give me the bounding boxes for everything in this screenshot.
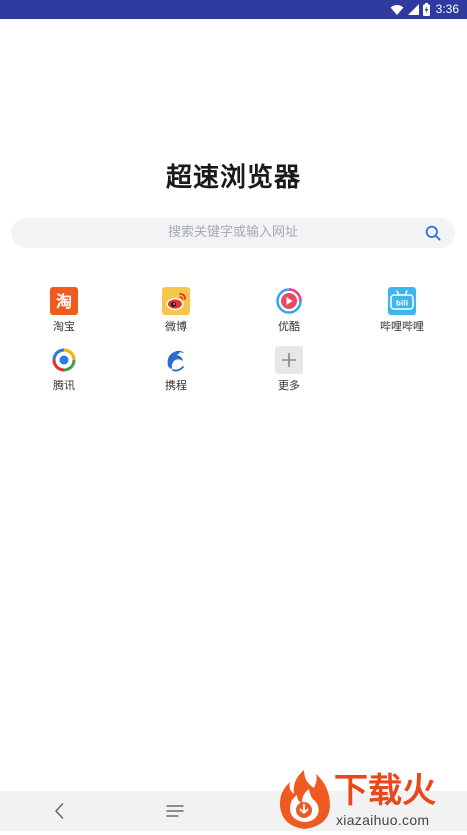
wifi-icon [390,4,404,16]
search-bar[interactable]: 搜索关键字或输入网址 [11,218,455,248]
bilibili-icon[interactable]: bili [388,287,416,315]
shortcut-youku[interactable]: 优酷 [249,287,329,334]
status-icons: 3:36 [390,2,459,17]
shortcut-label: 微博 [165,320,187,333]
youku-icon[interactable] [275,287,303,315]
back-icon[interactable] [50,801,70,821]
status-bar: 3:36 [0,0,467,19]
tencent-icon[interactable] [50,346,78,374]
shortcut-label: 更多 [278,379,300,392]
shortcut-label: 携程 [165,379,187,392]
shortcut-label: 哔哩哔哩 [380,320,424,333]
menu-icon[interactable] [165,802,185,820]
shortcut-label: 淘宝 [53,320,75,333]
shortcut-taobao[interactable]: 淘 淘宝 [24,287,104,334]
shortcut-label: 腾讯 [53,379,75,392]
search-icon[interactable] [425,225,441,241]
page-title: 超速浏览器 [165,163,301,193]
taobao-icon[interactable]: 淘 [50,287,78,315]
shortcut-weibo[interactable]: 微博 [136,287,216,334]
flame-icon [274,768,336,831]
cell-signal-icon [407,4,419,15]
watermark-title: 下载火 [334,771,436,811]
battery-icon [422,3,430,16]
shortcut-label: 优酷 [278,320,300,333]
status-time: 3:36 [435,2,459,16]
shortcut-ctrip[interactable]: 携程 [136,346,216,393]
watermark-logo: 下载火 xiazaihuo.com [274,768,467,831]
ctrip-icon[interactable] [162,346,190,374]
shortcut-bilibili[interactable]: bili 哔哩哔哩 [362,287,442,334]
plus-icon[interactable] [275,346,303,374]
watermark-subtitle: xiazaihuo.com [336,812,430,828]
weibo-icon[interactable] [162,287,190,315]
svg-text:淘: 淘 [56,292,72,311]
svg-text:bili: bili [396,300,408,308]
shortcut-more[interactable]: 更多 [249,346,329,393]
shortcut-tencent[interactable]: 腾讯 [24,346,104,393]
search-input[interactable]: 搜索关键字或输入网址 [11,218,455,248]
